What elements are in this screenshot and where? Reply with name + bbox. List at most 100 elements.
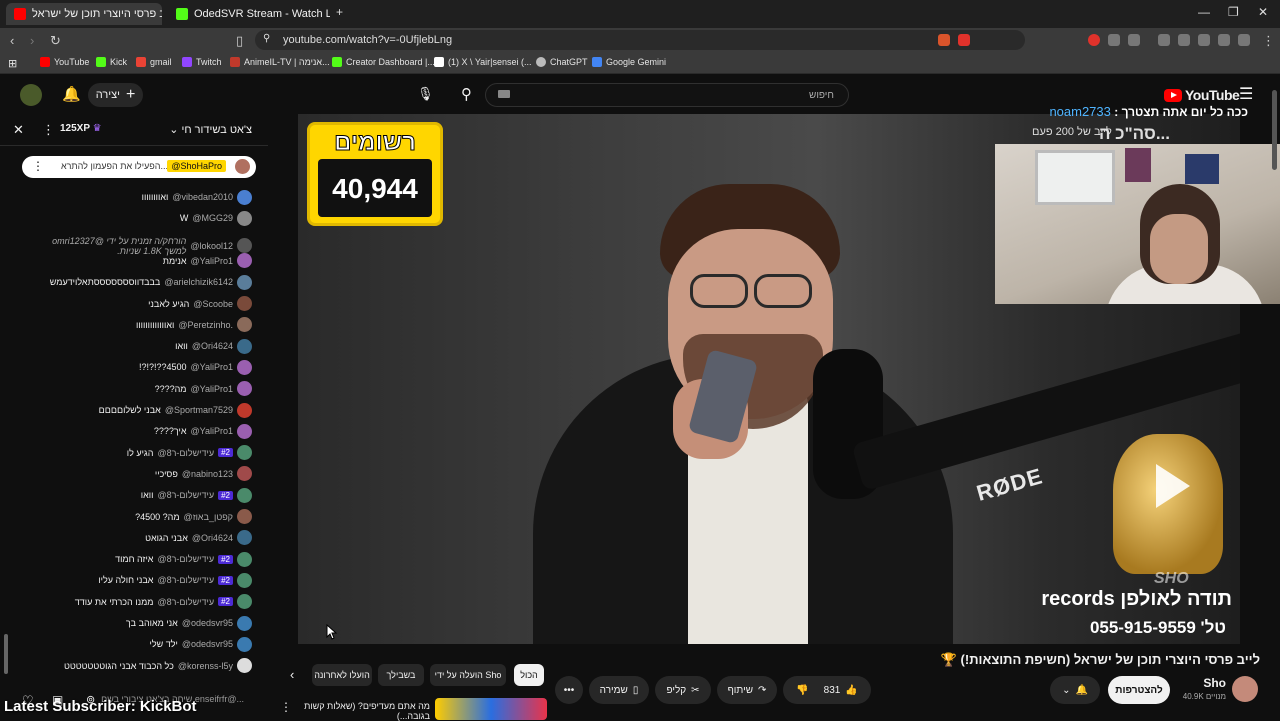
chat-message[interactable]: @עידישלום-ר8 #2 אבני חולה עליו <box>98 571 252 589</box>
avatar[interactable] <box>237 445 252 461</box>
avatar[interactable] <box>237 466 252 482</box>
music-icon[interactable] <box>1158 34 1170 46</box>
chat-author[interactable]: @Sportman7529 <box>165 405 233 415</box>
chevron-left-icon[interactable]: ‹ <box>290 667 294 682</box>
dislike-icon[interactable]: 👎 <box>796 685 808 696</box>
chip-recent[interactable]: הועלו לאחרונה <box>312 664 372 686</box>
chat-mode-dropdown[interactable]: ⌄ צ'אט בשידור חי <box>169 123 252 136</box>
chat-message[interactable]: @Peretzinho. ואווווווווווווו <box>136 316 252 334</box>
channel-info[interactable]: Sho 40.9K מנויים <box>1178 676 1268 706</box>
bookmark-kick[interactable]: Kick <box>96 57 127 67</box>
extension-icon[interactable] <box>1198 34 1210 46</box>
notification-dropdown[interactable]: ⌄ 🔔 <box>1050 676 1100 704</box>
extension-icon[interactable] <box>1218 34 1230 46</box>
menu-kebab-icon[interactable]: ⋮ <box>1262 33 1275 49</box>
chat-message[interactable]: @odedsvr95 ילד שלי <box>150 635 252 653</box>
chat-message[interactable]: @arielchizik6142 בבבדווסססססססתאלוידעמש <box>50 273 252 291</box>
avatar[interactable] <box>20 84 42 106</box>
avatar[interactable] <box>237 423 252 439</box>
bookmark-gemini[interactable]: Google Gemini <box>592 57 666 67</box>
channel-name[interactable]: Sho <box>1203 676 1226 690</box>
bookmark-animeil[interactable]: AnimeIL-TV | אנימה... <box>230 57 330 67</box>
chat-message[interactable]: @Ori4624 וואו <box>175 337 252 355</box>
scrollbar-thumb[interactable] <box>4 634 8 674</box>
avatar[interactable] <box>237 210 252 226</box>
bookmark-creator-dashboard[interactable]: Creator Dashboard |... <box>332 57 435 67</box>
chip-for-you[interactable]: בשבילך <box>378 664 424 686</box>
chat-author[interactable]: @vibedan2010 <box>172 192 233 202</box>
rec-menu-icon[interactable]: ⋮ <box>280 700 292 714</box>
chat-message[interactable]: @קפטן_באוז מה? 4500? <box>135 508 252 526</box>
close-chat-icon[interactable]: ✕ <box>13 122 24 138</box>
tab-youtube[interactable]: לייב פרסי היוצרי תוכן של ישראל × <box>6 3 162 25</box>
avatar[interactable] <box>237 338 252 354</box>
chat-author[interactable]: @korenss-l5y <box>178 661 233 671</box>
minimize-icon[interactable]: — <box>1198 5 1210 19</box>
chat-author[interactable]: @Ori4624 <box>192 341 233 351</box>
url-input[interactable]: ⚲ youtube.com/watch?v=-0UfjlebLng <box>255 30 1025 50</box>
notifications-bell-icon[interactable]: 🔔 <box>62 85 81 103</box>
xp-badge[interactable]: 125XP ♛ <box>60 123 102 134</box>
chat-author[interactable]: @עידישלום-ר8 <box>157 554 214 564</box>
forward-icon[interactable]: › <box>30 33 34 48</box>
bookmark-icon[interactable]: ▯ <box>236 33 243 49</box>
bookmark-youtube[interactable]: YouTube <box>40 57 89 67</box>
avatar[interactable] <box>237 530 252 546</box>
chat-author[interactable]: @עידישלום-ר8 <box>157 490 214 500</box>
record-icon[interactable] <box>1088 34 1100 46</box>
recommended-video[interactable]: ⋮ מה אתם מעדיפים? (שאלות קשות בגובה...) <box>280 698 548 721</box>
chip-all[interactable]: הכול <box>514 664 544 686</box>
pinned-menu-icon[interactable]: ⋮ <box>32 159 44 173</box>
extension-icon[interactable] <box>958 34 970 46</box>
clip-button[interactable]: קליפ ✂ <box>655 676 711 704</box>
avatar[interactable] <box>237 189 252 205</box>
bookmark-x[interactable]: (1) X \ Yair|sensei (... <box>434 57 532 67</box>
chat-author[interactable]: @MGG29 <box>192 213 233 223</box>
chat-message[interactable]: @עידישלום-ר8 #2 איזה חמוד <box>115 550 252 568</box>
chat-menu-icon[interactable]: ⋮ <box>42 122 55 138</box>
keyboard-icon[interactable] <box>498 90 510 98</box>
extensions-icon[interactable] <box>1108 34 1120 46</box>
avatar[interactable] <box>237 253 252 269</box>
chat-author[interactable]: @Ori4624 <box>192 533 233 543</box>
chat-author[interactable]: @עידישלום-ר8 <box>157 575 214 585</box>
chat-message[interactable]: @odedsvr95 אני מאוהב בך <box>126 614 252 632</box>
scrollbar[interactable] <box>1272 90 1277 170</box>
more-actions-button[interactable]: ••• <box>555 676 583 704</box>
close-window-icon[interactable]: ✕ <box>1258 5 1268 19</box>
chat-scrollbar[interactable] <box>4 154 8 674</box>
avatar[interactable] <box>237 636 252 652</box>
chat-author[interactable]: @YaliPro1 <box>191 426 234 436</box>
chat-message[interactable]: @Sportman7529 אבני לשלוםםםם <box>99 401 252 419</box>
chat-message[interactable]: @YaliPro1 מה???? <box>155 380 252 398</box>
avatar[interactable] <box>237 658 252 674</box>
chat-author[interactable]: @עידישלום-ר8 <box>157 448 214 458</box>
avatar[interactable] <box>237 317 252 333</box>
chat-author[interactable]: @Scoobe <box>193 299 233 309</box>
avatar[interactable] <box>237 238 252 254</box>
chat-author[interactable]: @lokool12 <box>190 241 233 251</box>
chat-message[interactable]: @YaliPro1 4500??!?!?! <box>139 358 252 376</box>
sidebar-icon[interactable] <box>1178 34 1190 46</box>
chat-author[interactable]: @odedsvr95 <box>182 639 233 649</box>
avatar[interactable] <box>237 572 252 588</box>
extension-icon[interactable] <box>1128 34 1140 46</box>
avatar[interactable] <box>237 296 252 311</box>
avatar[interactable] <box>237 359 252 375</box>
avatar[interactable] <box>237 402 252 418</box>
like-icon[interactable]: 👍 <box>845 685 857 696</box>
chat-message[interactable]: @Scoobe הגיע לאבני <box>148 295 252 313</box>
chat-author[interactable]: @קפטן_באוז <box>184 512 233 522</box>
avatar[interactable] <box>237 487 252 503</box>
maximize-icon[interactable]: ❐ <box>1228 5 1239 19</box>
tab-kick[interactable]: OdedSVR Stream - Watch Live on Ki... × <box>168 3 330 25</box>
chat-message[interactable]: @עידישלום-ר8 #2 וואו <box>141 486 252 504</box>
rec-thumbnail[interactable] <box>435 698 547 720</box>
shield-icon[interactable] <box>1238 34 1250 46</box>
back-icon[interactable]: ‹ <box>10 33 14 48</box>
avatar[interactable] <box>237 551 252 567</box>
extension-icon[interactable] <box>938 34 950 46</box>
avatar[interactable] <box>237 381 252 397</box>
chat-message[interactable]: @nabino123 פסיכיי <box>155 465 252 483</box>
chat-message[interactable]: @YaliPro1 איך???? <box>154 422 252 440</box>
